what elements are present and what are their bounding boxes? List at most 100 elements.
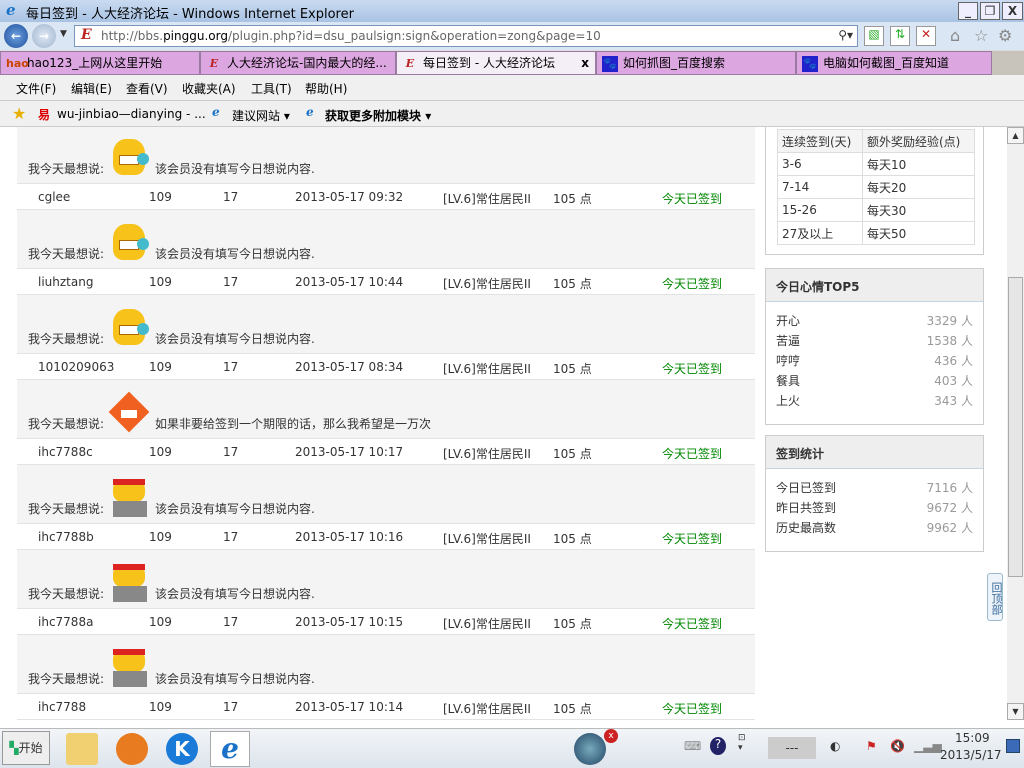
clock-time[interactable]: 15:09 [955, 731, 990, 745]
help-icon[interactable]: ? [710, 737, 726, 755]
history-dropdown-icon[interactable]: ▼ [60, 29, 67, 39]
fav-item-addons[interactable]: 获取更多附加模块 ▾ [325, 107, 431, 124]
favorites-star-icon[interactable]: ☆ [974, 26, 988, 45]
mood-message: 我今天最想说: 该会员没有填写今日想说内容. [17, 295, 755, 353]
menu-help[interactable]: 帮助(H) [305, 80, 347, 97]
tab-baidu-zhidao[interactable]: 🐾 电脑如何截图_百度知道 [796, 51, 992, 75]
mood-count: 343 人 [934, 394, 973, 408]
menu-favorites[interactable]: 收藏夹(A) [182, 80, 236, 97]
new-tab-button[interactable] [992, 51, 1024, 75]
favorites-bar: ★ 易 wu-jinbiao—dianying - ... e 建议网站 ▾ e… [0, 101, 1024, 127]
show-desktop-button[interactable] [1006, 739, 1020, 753]
power-plug-icon: ◐ [830, 739, 841, 753]
refresh-icon[interactable]: ⇅ [890, 26, 910, 46]
scroll-thumb[interactable] [1008, 277, 1023, 577]
scroll-up-arrow[interactable]: ▲ [1007, 127, 1024, 144]
mood-item: 餐具 403 人 [766, 371, 983, 391]
site-favicon-icon: E [81, 27, 92, 43]
vertical-scrollbar[interactable]: ▲ ▼ [1007, 127, 1024, 720]
network-error-icon[interactable]: ⚑ [866, 739, 877, 753]
username[interactable]: cglee [38, 190, 70, 204]
table-row: ihc7788b 109 17 2013-05-17 10:16 [LV.6]常住居民I… [17, 523, 755, 550]
username[interactable]: ihc7788c [38, 445, 93, 459]
ie-icon: e [212, 105, 220, 119]
month-days: 17 [223, 360, 239, 374]
reward-points: 105 点 [553, 362, 592, 376]
toolbox-tray-app-icon[interactable] [574, 733, 606, 765]
clock-date[interactable]: 2013/5/17 [940, 748, 1002, 762]
address-input[interactable]: E http://bbs.pinggu.org/plugin.php?id=ds… [74, 25, 858, 47]
reward-cell: 7-14 [777, 175, 863, 199]
sign-time: 2013-05-17 10:15 [295, 615, 404, 629]
title-bar: e 每日签到 - 人大经济论坛 - Windows Internet Explo… [0, 0, 1024, 22]
compat-view-icon[interactable]: ▧ [864, 26, 884, 46]
ime-indicator[interactable]: --- [768, 737, 816, 759]
ie-icon: e [306, 105, 314, 119]
ime-options-icon[interactable]: ⊡ ▾ [738, 733, 746, 753]
keyboard-icon[interactable]: ⌨ [684, 739, 701, 753]
total-days: 109 [149, 360, 172, 374]
mood-item: 苦逼 1538 人 [766, 331, 983, 351]
month-days: 17 [223, 700, 239, 714]
tab-daily-sign[interactable]: E 每日签到 - 人大经济论坛 x [396, 51, 596, 75]
mood-label: 苦逼 [776, 334, 801, 348]
username[interactable]: liuhztang [38, 275, 93, 289]
user-level: [LV.6]常住居民II [443, 192, 531, 206]
user-level: [LV.6]常住居民II [443, 362, 531, 376]
mood-label: 哼哼 [776, 354, 801, 368]
grin-emoticon-icon [109, 135, 149, 179]
mood-item: 上火 343 人 [766, 391, 983, 411]
menu-file[interactable]: 文件(F) [16, 80, 56, 97]
reward-box: 连续签到(天) 额外奖励经验(点) 3-6 每天10 7-14 每天20 15-26 每… [765, 127, 984, 255]
fav-item-suggested-sites[interactable]: 建议网站 ▾ [232, 107, 290, 124]
home-icon[interactable]: ⌂ [950, 26, 960, 45]
taskbar: ▚开始 K e x ⌨ ? ⊡ ▾ --- ◐ ⚑ 🔇 ▁▃▅ 15:09 201… [0, 728, 1024, 768]
username[interactable]: ihc7788b [38, 530, 94, 544]
reward-table: 连续签到(天) 额外奖励经验(点) 3-6 每天10 7-14 每天20 15-26 每… [777, 129, 975, 245]
username[interactable]: ihc7788a [38, 615, 93, 629]
say-label: 我今天最想说: [28, 162, 105, 176]
username[interactable]: 1010209063 [38, 360, 114, 374]
reward-cell: 15-26 [777, 198, 863, 222]
browser-app-icon[interactable] [116, 733, 148, 765]
stats-title: 签到统计 [766, 436, 983, 469]
minimize-button[interactable]: _ [958, 2, 978, 20]
tab-hao123[interactable]: hao hao123_上网从这里开始 [0, 51, 200, 75]
k-app-icon[interactable]: K [166, 733, 198, 765]
maximize-button[interactable]: ❐ [980, 2, 1000, 20]
windows-logo-icon: ▚ [9, 741, 19, 755]
close-tab-icon[interactable]: x [581, 52, 589, 74]
sign-status: 今天已签到 [662, 447, 723, 461]
menu-edit[interactable]: 编辑(E) [71, 80, 112, 97]
tab-strip: hao hao123_上网从这里开始 E 人大经济论坛-国内最大的经... E 每日签… [0, 50, 1024, 75]
menu-tools[interactable]: 工具(T) [251, 80, 292, 97]
sign-status: 今天已签到 [662, 192, 723, 206]
tab-baidu-search[interactable]: 🐾 如何抓图_百度搜索 [596, 51, 796, 75]
menu-view[interactable]: 查看(V) [126, 80, 168, 97]
signal-icon[interactable]: ▁▃▅ [914, 739, 942, 753]
volume-muted-icon[interactable]: 🔇 [890, 739, 905, 753]
close-button[interactable]: X [1002, 2, 1023, 20]
fav-item-dianying[interactable]: wu-jinbiao—dianying - ... [57, 107, 206, 121]
say-text: 该会员没有填写今日想说内容. [155, 672, 315, 686]
back-button[interactable]: ← [4, 24, 28, 48]
sign-time: 2013-05-17 08:34 [295, 360, 404, 374]
gear-icon[interactable]: ⚙ [998, 26, 1012, 45]
tab-pinggu-home[interactable]: E 人大经济论坛-国内最大的经... [200, 51, 396, 75]
scroll-down-arrow[interactable]: ▼ [1007, 703, 1024, 720]
stop-icon[interactable]: ✕ [916, 26, 936, 46]
ninja-emoticon-icon [109, 645, 149, 689]
page-content: 我今天最想说: 该会员没有填写今日想说内容. cglee 109 17 2013-05-1… [0, 127, 1007, 720]
reward-cell: 每天50 [862, 221, 975, 245]
explorer-folder-icon[interactable] [66, 733, 98, 765]
user-level: [LV.6]常住居民II [443, 617, 531, 631]
table-row: ihc7788 109 17 2013-05-17 10:14 [LV.6]常住居民II… [17, 693, 755, 720]
username[interactable]: ihc7788 [38, 700, 86, 714]
ie-taskbar-icon[interactable]: e [210, 731, 250, 767]
start-button[interactable]: ▚开始 [2, 731, 50, 765]
favorites-star-icon[interactable]: ★ [12, 104, 26, 123]
forward-button[interactable]: → [32, 24, 56, 48]
search-icon[interactable]: ⚲▾ [838, 28, 853, 42]
month-days: 17 [223, 530, 239, 544]
back-to-top-button[interactable]: 回顶部 [987, 573, 1003, 621]
